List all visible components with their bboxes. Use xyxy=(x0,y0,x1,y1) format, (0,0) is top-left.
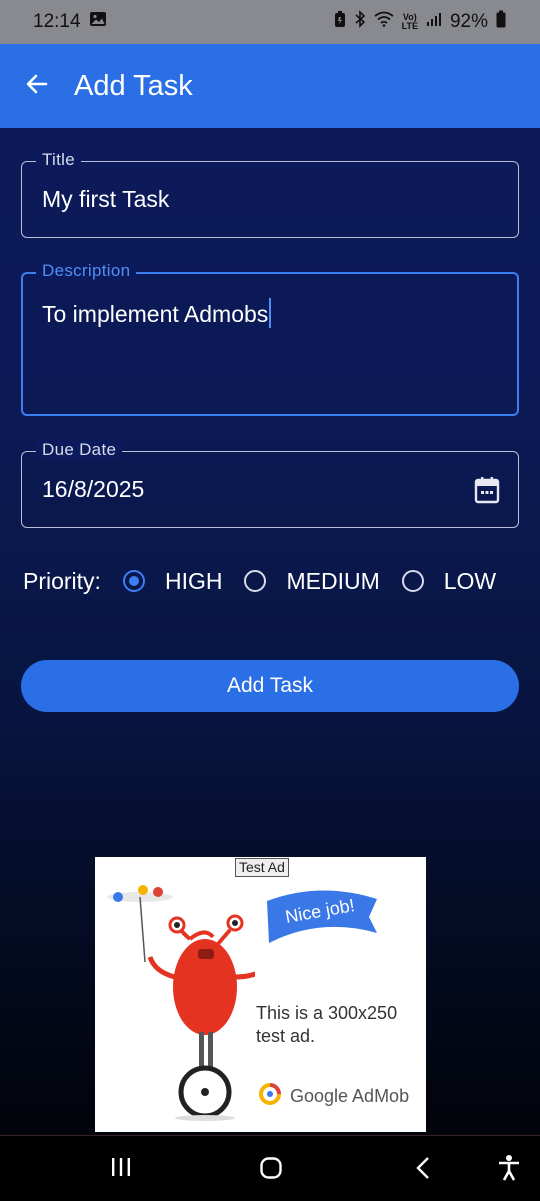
ad-brand: Google AdMob xyxy=(258,1082,409,1111)
priority-option-high[interactable]: HIGH xyxy=(122,567,223,595)
battery-percent: 92% xyxy=(449,11,488,32)
battery-saver-icon xyxy=(334,10,346,34)
description-field[interactable]: Description To implement Admobs xyxy=(21,261,519,416)
title-field-value[interactable]: My first Task xyxy=(42,186,169,213)
nice-job-flag: Nice job! xyxy=(265,887,380,952)
title-field-label: Title xyxy=(36,150,81,170)
priority-option-label: MEDIUM xyxy=(286,567,380,594)
robot-illustration xyxy=(107,885,255,1121)
add-task-button[interactable]: Add Task xyxy=(21,660,519,712)
gallery-notification-icon xyxy=(89,11,107,33)
back-button[interactable] xyxy=(0,44,74,128)
volte-icon: Vo) LTE xyxy=(401,12,418,31)
priority-option-low[interactable]: LOW xyxy=(401,567,497,595)
calendar-icon[interactable] xyxy=(474,476,500,509)
system-navigation-bar xyxy=(0,1135,540,1201)
banner-ad[interactable]: Test Ad Nice job! This is a 300x250 test… xyxy=(95,857,426,1132)
priority-option-label: LOW xyxy=(443,567,497,594)
accessibility-icon[interactable] xyxy=(497,1154,521,1187)
home-icon[interactable] xyxy=(259,1156,283,1185)
battery-icon xyxy=(496,10,506,34)
status-time: 12:14 xyxy=(33,11,81,32)
status-bar: 12:14 Vo) LTE 92% xyxy=(0,0,540,44)
priority-option-label: HIGH xyxy=(164,567,223,594)
ad-brand-name: Google AdMob xyxy=(290,1086,410,1106)
radio-unselected-icon[interactable] xyxy=(244,570,267,592)
radio-unselected-icon[interactable] xyxy=(401,570,424,592)
app-bar: Add Task xyxy=(0,44,540,128)
nav-back-icon[interactable] xyxy=(414,1156,432,1185)
radio-selected-icon[interactable] xyxy=(122,570,145,592)
arrow-left-icon xyxy=(24,71,50,102)
priority-selector: Priority: HIGH MEDIUM LOW xyxy=(23,560,523,602)
signal-icon xyxy=(426,11,442,33)
description-field-text[interactable]: To implement Admobs xyxy=(42,298,272,328)
due-date-field-value[interactable]: 16/8/2025 xyxy=(42,476,144,503)
due-date-field[interactable]: Due Date 16/8/2025 xyxy=(21,440,519,528)
admob-logo-icon xyxy=(258,1082,290,1111)
priority-label: Priority: xyxy=(23,567,101,594)
description-field-value: To implement Admobs xyxy=(42,301,269,327)
page-title: Add Task xyxy=(74,69,193,102)
description-field-label: Description xyxy=(36,261,137,281)
bluetooth-icon xyxy=(354,10,366,34)
text-caret xyxy=(269,298,272,328)
due-date-field-label: Due Date xyxy=(36,440,123,460)
priority-option-medium[interactable]: MEDIUM xyxy=(244,567,380,595)
wifi-icon xyxy=(374,11,394,33)
test-ad-badge: Test Ad xyxy=(235,858,289,877)
ad-body-text: This is a 300x250 test ad. xyxy=(256,1003,398,1046)
network-type-label: LTE xyxy=(401,21,418,31)
recent-apps-icon[interactable] xyxy=(110,1156,132,1183)
title-field[interactable]: Title My first Task xyxy=(21,150,519,238)
